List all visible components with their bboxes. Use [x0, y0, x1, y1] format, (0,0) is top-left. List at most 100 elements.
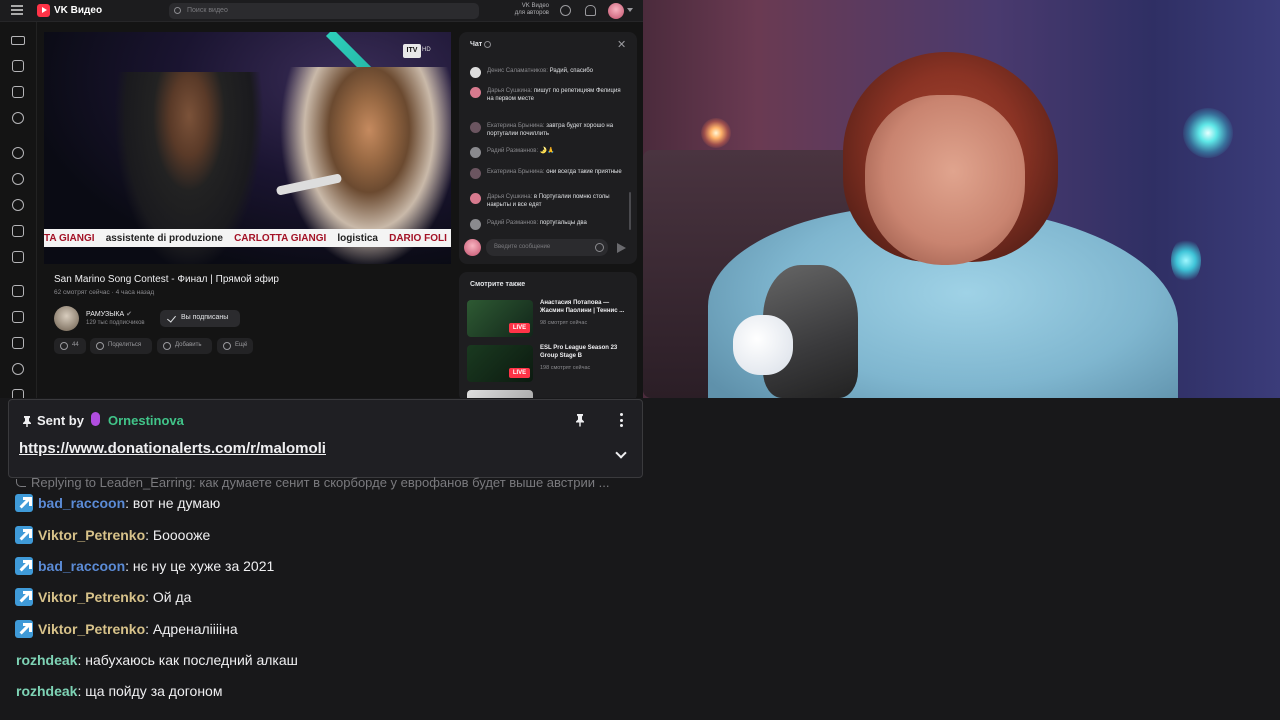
live-icon[interactable]	[11, 36, 25, 45]
emoji-icon[interactable]	[595, 243, 604, 252]
chat-message: Денис Саламатников: Радий, спасибо	[470, 67, 628, 78]
chevron-down-icon[interactable]	[627, 8, 633, 12]
chat-line: bad_raccoon: нє ну це хуже за 2021	[15, 557, 274, 575]
subscribed-button[interactable]: Вы подписаны	[160, 310, 240, 327]
recommended-video[interactable]: LIVE Анастасия Потапова — Жасмин Паолини…	[467, 300, 632, 338]
chat-scrollbar[interactable]	[629, 192, 631, 230]
chat-message: Радий Разманнов: португальцы два	[470, 219, 628, 230]
chat-author[interactable]: Радий Разманнов:	[487, 220, 538, 226]
stream-screen: VK Видео Поиск видео VK Видео для авторо…	[0, 0, 1280, 720]
channels-icon[interactable]	[12, 285, 24, 297]
chat-author[interactable]: Дарья Сушкина:	[487, 88, 532, 94]
pinned-username[interactable]: Ornestinova	[108, 413, 184, 428]
book-icon[interactable]	[12, 311, 24, 323]
more-icon[interactable]	[12, 389, 24, 398]
chat-author[interactable]: Радий Разманнов:	[487, 148, 538, 154]
chat-username[interactable]: rozhdeak	[16, 683, 77, 699]
clips-icon[interactable]	[12, 112, 24, 124]
search-input[interactable]: Поиск видео	[169, 3, 479, 19]
chat-username[interactable]: Viktor_Petrenko	[38, 621, 145, 637]
pinned-link[interactable]: https://www.donationalerts.com/r/malomol…	[19, 440, 326, 457]
avatar	[470, 193, 481, 204]
check-icon	[167, 313, 176, 323]
credits-ticker: TA GIANGI assistente di produzione CARLO…	[44, 229, 451, 247]
recommended-title[interactable]: ESL Pro League Season 23 Group Stage B	[540, 345, 632, 360]
info-icon[interactable]	[484, 41, 491, 48]
streamer-face	[865, 95, 1025, 265]
subscriptions-icon[interactable]	[12, 251, 24, 263]
moderator-badge-icon	[15, 620, 33, 638]
pinned-message: Sent by Ornestinova https://www.donation…	[8, 399, 643, 478]
like-button[interactable]: 44	[54, 338, 86, 354]
more-options-icon[interactable]	[617, 413, 625, 429]
bell-icon[interactable]	[585, 5, 596, 16]
channel-avatar[interactable]	[54, 306, 79, 331]
send-icon[interactable]	[617, 243, 626, 253]
avatar	[470, 87, 481, 98]
chat-username[interactable]: rozhdeak	[16, 652, 77, 668]
reply-context[interactable]: Replying to Leaden_Earring: как думаете …	[16, 475, 641, 490]
authors-line2: для авторов	[514, 10, 549, 16]
music-icon[interactable]	[12, 363, 24, 375]
moderator-badge-icon	[15, 526, 33, 544]
recommended-video[interactable]	[467, 390, 632, 398]
video-thumbnail[interactable]: LIVE	[467, 345, 533, 382]
viewer-count: 62 смотрят сейчас	[54, 289, 110, 296]
authors-line1: VK Видео	[521, 3, 549, 9]
clock-icon[interactable]	[12, 173, 24, 185]
channel-name-row[interactable]: РАМУЗЫКА ✔	[86, 310, 132, 318]
more-label: Ещё	[235, 342, 248, 348]
chat-line: Viktor_Petrenko: Адреналііііна	[15, 620, 238, 638]
heart-icon[interactable]	[12, 199, 24, 211]
home-icon[interactable]	[12, 60, 24, 72]
chat-author[interactable]: Денис Саламатников:	[487, 68, 548, 74]
share-button[interactable]: Поделиться	[90, 338, 152, 354]
like-count: 44	[72, 342, 79, 348]
chat-author[interactable]: Екатерина Брынина:	[487, 169, 545, 175]
chat-username[interactable]: bad_raccoon	[38, 495, 125, 511]
lamp-light	[1183, 108, 1233, 158]
vk-chat-panel: Чат ✕ Денис Саламатников: Радий, спасибо…	[459, 32, 637, 264]
add-button[interactable]: Добавить	[157, 338, 212, 354]
chat-text: 🌛🙏	[539, 148, 555, 154]
chat-username[interactable]: Viktor_Petrenko	[38, 589, 145, 605]
channel-logo: ITV	[403, 44, 421, 58]
history-icon[interactable]	[12, 147, 24, 159]
reply-text: Replying to Leaden_Earring: как думаете …	[31, 475, 610, 490]
search-placeholder: Поиск видео	[187, 7, 228, 14]
vk-for-authors-link[interactable]: VK Видео для авторов	[503, 3, 549, 17]
chat-text: : Адреналііііна	[145, 621, 238, 637]
chat-username[interactable]: bad_raccoon	[38, 558, 125, 574]
video-frame: ITV HD TA GIANGI assistente di produzion…	[44, 32, 451, 264]
vk-brand-label[interactable]: VK Видео	[54, 5, 102, 16]
recommended-meta: 198 смотрят сейчас	[540, 365, 591, 371]
upload-icon[interactable]	[560, 5, 571, 16]
chat-author[interactable]: Дарья Сушкина:	[487, 194, 532, 200]
recommended-title[interactable]: Анастасия Потапова — Жасмин Паолини | Те…	[540, 300, 632, 315]
video-player[interactable]: ITV HD TA GIANGI assistente di produzion…	[44, 32, 451, 264]
more-button[interactable]: Ещё	[217, 338, 253, 354]
close-icon[interactable]: ✕	[617, 40, 626, 51]
chat-username[interactable]: Viktor_Petrenko	[38, 527, 145, 543]
chat-line: Viktor_Petrenko: Ой да	[15, 588, 191, 606]
channel-name[interactable]: РАМУЗЫКА	[86, 311, 124, 318]
chat-author[interactable]: Екатерина Брынина:	[487, 123, 545, 129]
video-thumbnail[interactable]: LIVE	[467, 300, 533, 337]
video-title: San Marino Song Contest - Финал | Прямой…	[54, 274, 279, 285]
chevron-down-icon[interactable]	[615, 447, 627, 459]
ticker-item: logistica	[337, 233, 378, 244]
avatar	[464, 239, 481, 256]
user-avatar[interactable]	[608, 3, 624, 19]
chat-line: rozhdeak: ща пойду за догоном	[16, 683, 222, 699]
recommended-video[interactable]: LIVE ESL Pro League Season 23 Group Stag…	[467, 345, 632, 383]
chat-message-input[interactable]: Введите сообщение	[486, 239, 608, 256]
playlist-icon[interactable]	[12, 225, 24, 237]
menu-icon[interactable]	[11, 5, 23, 15]
video-thumbnail[interactable]	[467, 390, 533, 398]
avatar	[470, 219, 481, 230]
unpin-icon[interactable]	[574, 413, 586, 427]
chat-message: Дарья Сушкина: в Португалии помню столы …	[470, 193, 628, 209]
vk-video-logo-icon[interactable]	[37, 4, 50, 17]
lightning-icon[interactable]	[12, 86, 24, 98]
tv-icon[interactable]	[12, 337, 24, 349]
